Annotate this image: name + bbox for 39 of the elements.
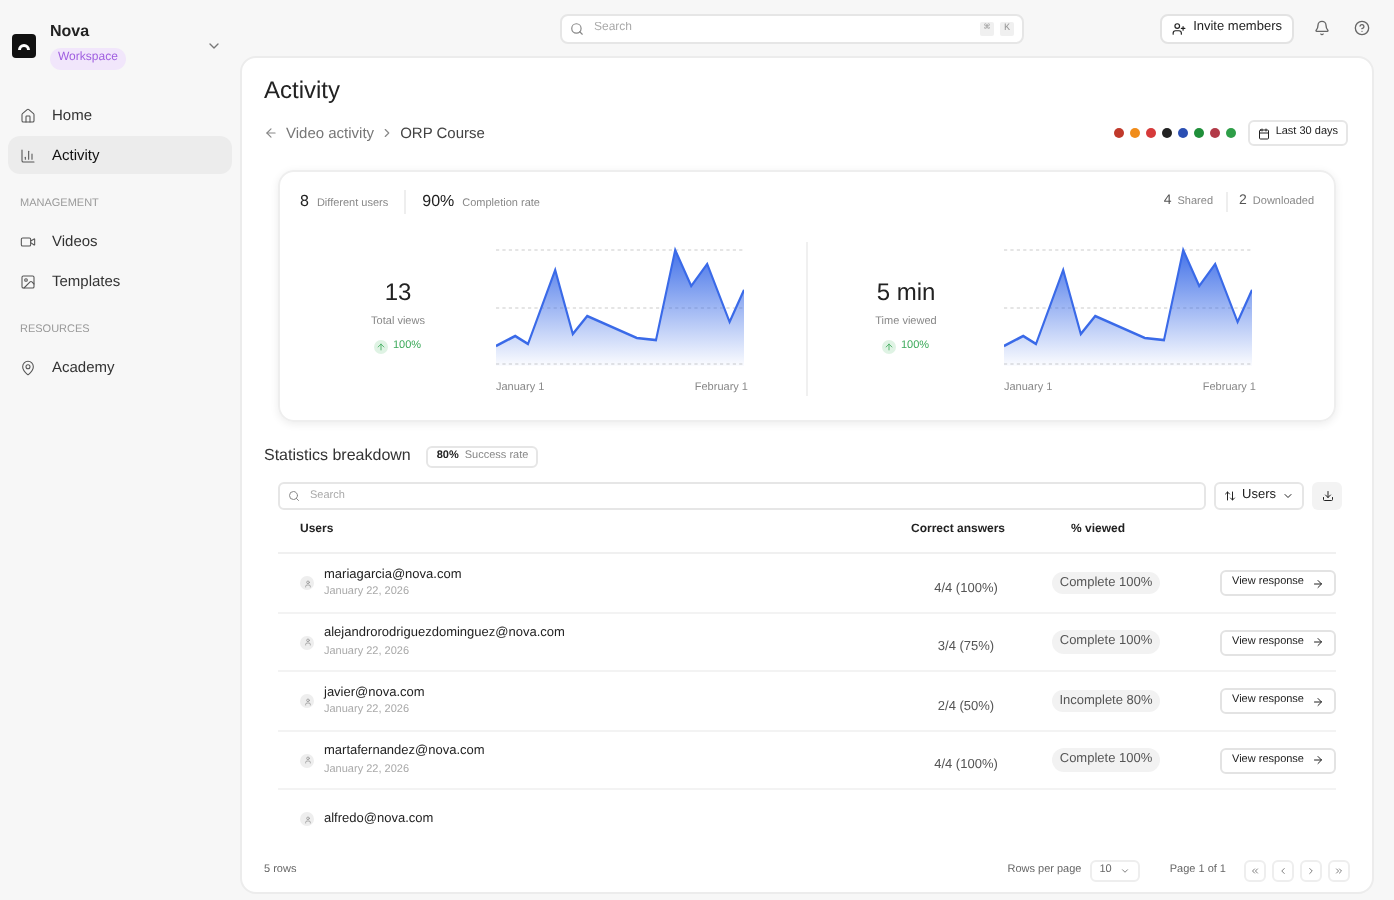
flag-icon[interactable]	[1161, 128, 1172, 138]
map-pin-icon	[20, 360, 36, 376]
avatar-icon	[300, 576, 314, 590]
avatar-icon	[300, 753, 314, 767]
avatar-icon	[300, 812, 314, 826]
avatar-icon	[300, 694, 314, 708]
arrow-right-icon	[1312, 636, 1324, 648]
arrow-up-icon	[884, 341, 895, 352]
calendar-icon	[1257, 127, 1270, 139]
video-icon	[20, 233, 36, 250]
help-icon[interactable]	[1354, 20, 1370, 36]
avatar-icon	[300, 635, 314, 649]
workspace-name: Nova	[50, 20, 92, 44]
search-icon	[288, 490, 300, 503]
metric-value: 5 min	[876, 276, 936, 310]
arrow-right-icon	[1312, 577, 1324, 589]
home-icon	[20, 107, 36, 123]
section-title: Statistics breakdown	[264, 444, 411, 469]
chevron-down-icon	[1282, 490, 1294, 503]
sort-icon	[1224, 490, 1237, 503]
flag-icon[interactable]	[1177, 128, 1188, 138]
stat-value: 8	[300, 190, 309, 214]
bar-chart-icon	[20, 147, 36, 163]
image-icon	[20, 273, 36, 290]
page-title: Activity	[264, 76, 343, 104]
search-icon	[570, 21, 584, 35]
bell-icon[interactable]	[1314, 20, 1330, 36]
arrow-right-icon	[1312, 754, 1324, 766]
chevron-down-icon	[1119, 865, 1130, 875]
user-plus-icon	[1171, 21, 1186, 35]
metric-value: 13	[384, 276, 412, 310]
download-button[interactable]	[1312, 482, 1342, 511]
stat-value: 90%	[422, 190, 455, 214]
arrow-up-icon	[376, 341, 387, 352]
chevron-right-icon	[380, 126, 395, 140]
logo-icon	[12, 33, 36, 57]
arrow-right-icon	[1312, 695, 1324, 707]
download-icon	[1321, 490, 1333, 503]
back-arrow-icon[interactable]	[264, 126, 278, 140]
